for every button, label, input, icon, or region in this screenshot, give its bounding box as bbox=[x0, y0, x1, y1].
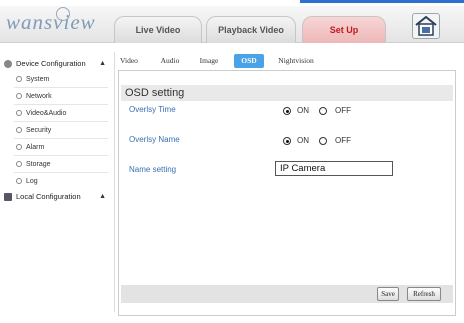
logo-mark-icon bbox=[56, 7, 70, 21]
bullet-icon bbox=[16, 144, 22, 151]
sidebar-item-label: Video&Audio bbox=[26, 110, 67, 117]
bullet-icon bbox=[16, 93, 22, 100]
bullet-icon bbox=[16, 161, 22, 168]
tab-playback-video[interactable]: Playback Video bbox=[206, 16, 296, 43]
local-config-icon bbox=[4, 193, 12, 202]
home-icon bbox=[415, 15, 437, 36]
tab-live-video[interactable]: Live Video bbox=[114, 16, 202, 43]
tab-audio[interactable]: Audio bbox=[158, 54, 182, 68]
overlay-name-on-label: ON bbox=[297, 136, 309, 145]
tab-video[interactable]: Video bbox=[118, 54, 140, 68]
sidebar-item-storage[interactable]: Storage bbox=[16, 157, 112, 172]
sidebar-item-label: System bbox=[26, 76, 50, 83]
sidebar-local-configuration-label: Local Configuration bbox=[16, 192, 81, 201]
overlay-name-off-label: OFF bbox=[335, 136, 351, 145]
tab-image[interactable]: Image bbox=[196, 54, 222, 68]
action-bar: Save Refresh bbox=[121, 285, 453, 303]
tab-set-up[interactable]: Set Up bbox=[302, 16, 386, 43]
divider bbox=[14, 87, 108, 88]
top-accent-bar bbox=[300, 0, 464, 3]
header: wansview Live Video Playback Video Set U… bbox=[0, 6, 464, 43]
tab-nightvision[interactable]: Nightvision bbox=[274, 54, 318, 68]
save-button[interactable]: Save bbox=[377, 287, 399, 301]
overlay-name-on-radio[interactable] bbox=[283, 137, 291, 145]
divider bbox=[14, 172, 108, 173]
divider bbox=[14, 121, 108, 122]
sidebar-item-label: Network bbox=[26, 93, 52, 100]
sidebar-device-configuration-label: Device Configuration bbox=[16, 59, 86, 68]
divider bbox=[14, 138, 108, 139]
bullet-icon bbox=[16, 127, 22, 134]
overlay-time-off-radio[interactable] bbox=[319, 107, 327, 115]
overlay-name-label: Overlsy Name bbox=[129, 135, 180, 144]
logo: wansview bbox=[6, 10, 96, 34]
sidebar-device-configuration[interactable]: Device Configuration ▲ bbox=[4, 56, 112, 72]
bullet-icon bbox=[16, 178, 22, 185]
name-setting-input[interactable] bbox=[275, 161, 393, 176]
sidebar-item-security[interactable]: Security bbox=[16, 123, 112, 138]
tab-osd[interactable]: OSD bbox=[234, 54, 264, 68]
collapse-arrow-icon[interactable]: ▲ bbox=[99, 189, 106, 205]
sidebar-item-system[interactable]: System bbox=[16, 72, 112, 87]
sidebar-item-video-audio[interactable]: Video&Audio bbox=[16, 106, 112, 121]
bullet-icon bbox=[16, 76, 22, 83]
bullet-icon bbox=[16, 110, 22, 117]
sidebar-local-configuration[interactable]: Local Configuration ▲ bbox=[4, 189, 112, 205]
overlay-name-off-radio[interactable] bbox=[319, 137, 327, 145]
sidebar: Device Configuration ▲ System Network Vi… bbox=[0, 52, 115, 312]
sidebar-item-label: Storage bbox=[26, 161, 51, 168]
sidebar-item-alarm[interactable]: Alarm bbox=[16, 140, 112, 155]
osd-panel: OSD setting Overlsy Time ON OFF Overlsy … bbox=[118, 70, 456, 316]
subtab-bar: Video Audio Image OSD Nightvision bbox=[116, 52, 456, 70]
device-config-icon bbox=[4, 60, 12, 69]
name-setting-label: Name setting bbox=[129, 165, 177, 174]
collapse-arrow-icon[interactable]: ▲ bbox=[99, 56, 106, 72]
panel-title: OSD setting bbox=[121, 85, 453, 101]
sidebar-item-label: Alarm bbox=[26, 144, 45, 151]
overlay-time-on-label: ON bbox=[297, 106, 309, 115]
divider bbox=[14, 155, 108, 156]
overlay-time-off-label: OFF bbox=[335, 106, 351, 115]
sidebar-item-network[interactable]: Network bbox=[16, 89, 112, 104]
overlay-time-on-radio[interactable] bbox=[283, 107, 291, 115]
divider bbox=[14, 104, 108, 105]
refresh-button[interactable]: Refresh bbox=[407, 287, 441, 301]
home-button[interactable] bbox=[412, 13, 440, 39]
sidebar-item-label: Security bbox=[26, 127, 52, 134]
overlay-time-label: Overlsy Time bbox=[129, 105, 176, 114]
sidebar-item-log[interactable]: Log bbox=[16, 174, 112, 189]
sidebar-item-label: Log bbox=[26, 178, 38, 185]
